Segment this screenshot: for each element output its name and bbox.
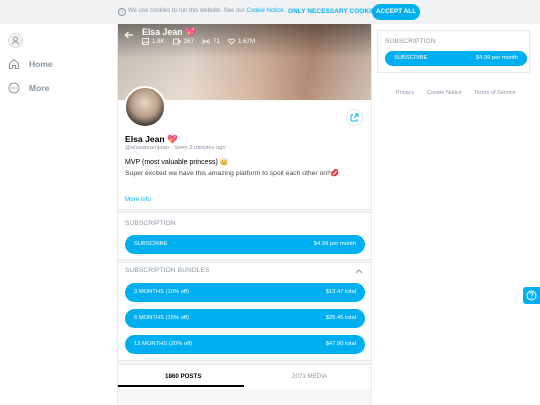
bundle-label: 6 MONTHS (15% off) [134, 315, 189, 321]
stat-streams: 71 [202, 38, 220, 45]
home-icon [9, 58, 19, 69]
tab-posts[interactable]: 1860 POSTS [165, 373, 201, 380]
subscribe-price: $4.99 per month [313, 241, 356, 247]
right-subscribe-price: $4.99 per month [475, 55, 518, 61]
profile-handle-line: @elsadreamjean · Seen 2 minutes ago [125, 145, 226, 151]
cover-name: Elsa Jean 💖 [142, 27, 196, 37]
right-subscribe-button[interactable]: SUBSCRIBE $4.99 per month [385, 51, 527, 66]
right-subscribe-label: SUBSCRIBE [394, 55, 428, 61]
share-button[interactable] [346, 109, 363, 126]
bundle-6-months-button[interactable]: 6 MONTHS (15% off) $25.45 total [125, 309, 365, 328]
cookie-notice-link[interactable]: Cookie Notice [246, 8, 283, 14]
nav-item-home[interactable]: Home [8, 58, 53, 70]
profile-seen: Seen 2 minutes ago [174, 145, 226, 151]
chevron-up-icon[interactable] [355, 268, 363, 274]
stat-images: 1.8K [142, 38, 165, 45]
profile-handle: @elsadreamjean [125, 145, 169, 151]
subscribe-button[interactable]: SUBSCRIBE $4.99 per month [125, 235, 365, 254]
active-tab-indicator [118, 385, 244, 387]
profile-bio-line1: MVP (most valuable princess) 👑 [125, 159, 229, 166]
accept-all-button[interactable]: ACCEPT ALL [372, 4, 420, 20]
cookie-text: We use cookies to run this website. See … [128, 8, 287, 14]
right-subscription-card: SUBSCRIPTION SUBSCRIBE $4.99 per month [377, 30, 530, 73]
cookie-text-prefix: We use cookies to run this website. See … [128, 8, 247, 14]
footer-cookie-notice-link[interactable]: Cookie Notice [427, 90, 462, 96]
user-avatar-icon[interactable] [8, 33, 23, 48]
right-subscription-title: SUBSCRIPTION [385, 38, 436, 45]
bundle-3-months-button[interactable]: 3 MONTHS (10% off) $13.47 total [125, 283, 365, 302]
help-icon [526, 290, 537, 301]
bundle-12-months-button[interactable]: 12 MONTHS (20% off) $47.90 total [125, 335, 365, 354]
bundle-total: $25.45 total [325, 315, 356, 321]
tab-media[interactable]: 2071 MEDIA [292, 373, 327, 380]
feed-area [118, 389, 371, 405]
image-icon [142, 38, 149, 45]
bundle-total: $13.47 total [325, 289, 356, 295]
nav-item-more[interactable]: More [8, 82, 49, 94]
profile-column: Elsa Jean 💖 1.8K 267 71 1.67M Elsa Jean … [117, 24, 372, 405]
bundle-label: 12 MONTHS (20% off) [134, 341, 193, 347]
cover-stats: 1.8K 267 71 1.67M [142, 38, 263, 45]
more-info-link[interactable]: More info [125, 196, 151, 203]
help-button[interactable] [523, 287, 540, 304]
stat-likes-value: 1.67M [237, 38, 256, 45]
bundle-label: 3 MONTHS (10% off) [134, 289, 189, 295]
cookie-banner: i We use cookies to run this website. Se… [0, 0, 540, 24]
profile-name: Elsa Jean 💖 [125, 134, 178, 144]
stat-streams-value: 71 [213, 38, 220, 45]
subscribe-label: SUBSCRIBE [134, 241, 168, 247]
only-necessary-cookies-button[interactable]: ONLY NECESSARY COOKIES [288, 8, 380, 15]
section-divider [118, 259, 371, 263]
info-icon: i [118, 8, 126, 16]
stat-videos: 267 [172, 38, 195, 45]
heart-icon [228, 38, 235, 45]
stat-images-value: 1.8K [152, 38, 165, 45]
profile-bio-line2: Super excited we have this amazing platf… [125, 170, 340, 177]
nav-item-label: Home [29, 59, 53, 69]
bundles-title: SUBSCRIPTION BUNDLES [125, 267, 210, 274]
more-circle-icon [8, 82, 20, 94]
footer-terms-link[interactable]: Terms of Service [474, 90, 516, 96]
back-arrow-icon[interactable] [124, 30, 134, 40]
profile-avatar[interactable] [124, 86, 166, 128]
stat-videos-value: 267 [183, 38, 195, 45]
footer-privacy-link[interactable]: Privacy [396, 90, 414, 96]
stream-icon [202, 39, 210, 44]
stat-likes: 1.67M [228, 38, 255, 45]
subscription-title: SUBSCRIPTION [125, 220, 176, 227]
nav-item-label: More [29, 83, 50, 93]
section-divider [118, 209, 371, 213]
share-icon [350, 113, 359, 122]
cookie-text-suffix: . [283, 8, 287, 14]
video-icon [172, 38, 181, 45]
bundle-total: $47.90 total [325, 341, 356, 347]
